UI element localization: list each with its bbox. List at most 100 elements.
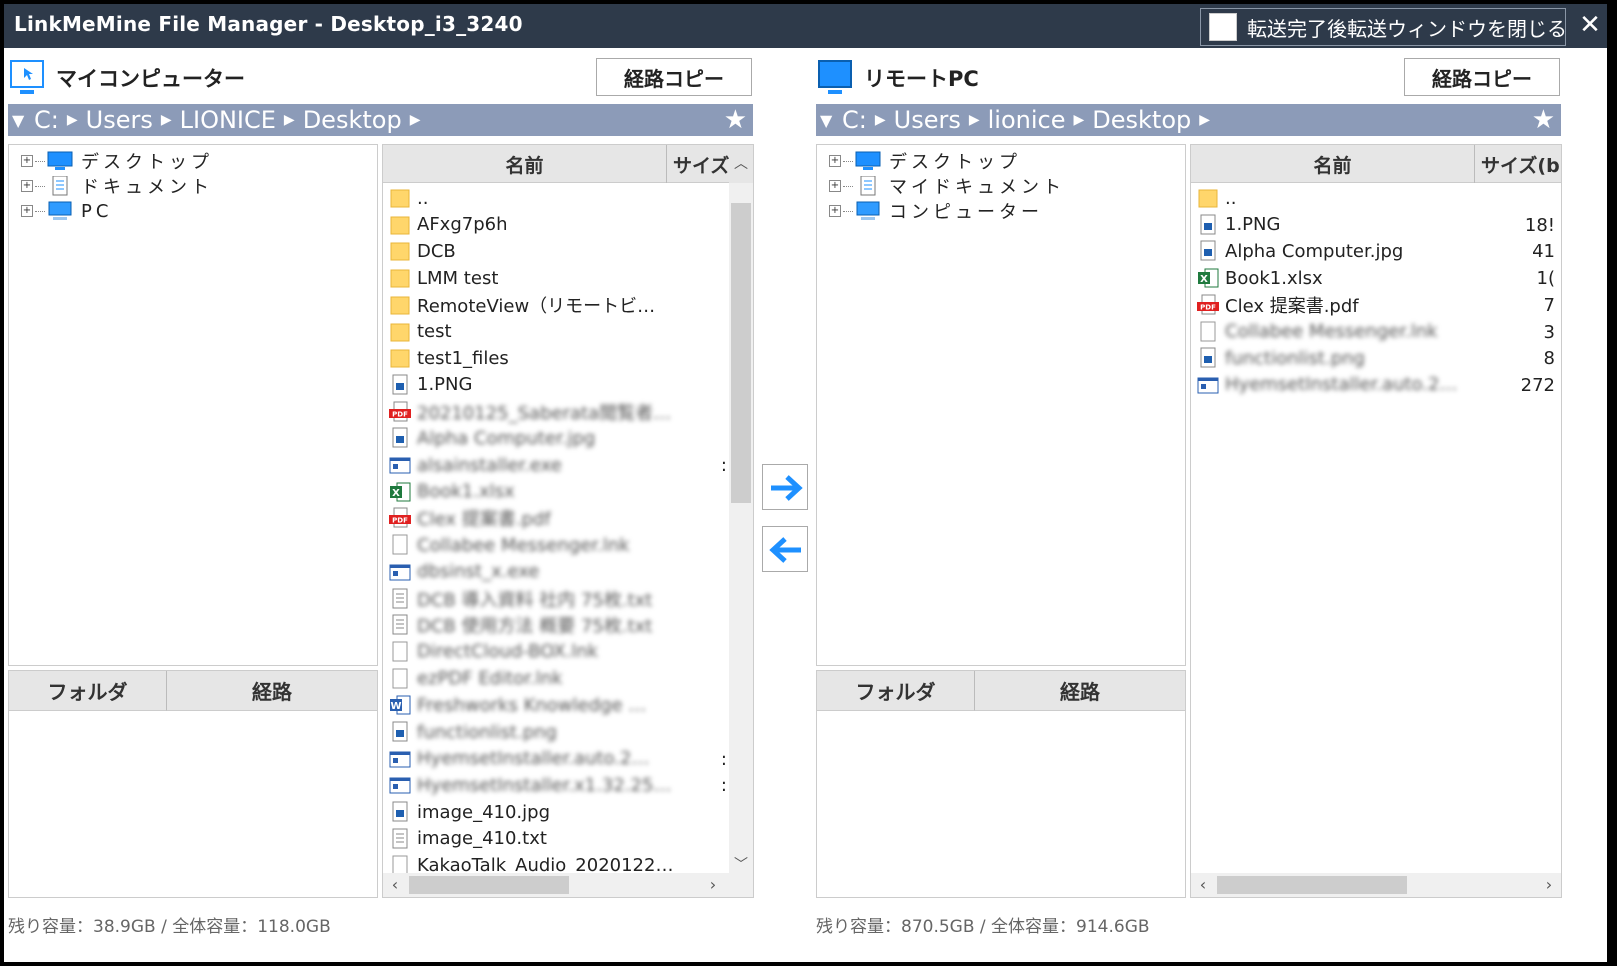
file-row[interactable]: Alpha Computer.jpg — [1197, 238, 1403, 264]
breadcrumb-separator-icon[interactable]: ▶ — [161, 112, 172, 128]
file-row[interactable]: 1.PNG — [1197, 212, 1280, 238]
file-row[interactable]: image_410.txt — [389, 826, 547, 852]
favorite-star-icon[interactable]: ★ — [1532, 105, 1555, 135]
image-file-icon — [389, 427, 411, 449]
file-row[interactable]: image_410.jpg — [389, 799, 550, 825]
remote-copy-path-button[interactable]: 経路コピー — [1404, 58, 1560, 96]
breadcrumb-drive[interactable]: C: — [34, 106, 59, 134]
file-row[interactable]: dbsinst_x.exe — [389, 559, 539, 585]
file-row[interactable]: LMM test — [389, 265, 498, 291]
file-row[interactable]: DCB 使用方法 概要 75枚.txt — [389, 612, 652, 638]
image-file-icon — [389, 721, 411, 743]
file-row[interactable]: Alpha Computer.jpg — [389, 425, 595, 451]
expand-icon[interactable]: + — [829, 155, 841, 167]
scroll-left-icon[interactable]: ‹ — [383, 873, 407, 897]
scroll-right-icon[interactable]: › — [701, 873, 725, 897]
file-row[interactable]: HyemsetInstaller.auto.2… — [1197, 372, 1457, 398]
breadcrumb-user[interactable]: lionice — [988, 106, 1066, 134]
breadcrumb-drive[interactable]: C: — [842, 106, 867, 134]
breadcrumb-users[interactable]: Users — [894, 106, 961, 134]
scroll-up-icon[interactable]: ︿ — [729, 145, 753, 183]
vertical-scrollbar[interactable]: ︿ ﹀ — [729, 145, 753, 875]
scroll-right-icon[interactable]: › — [1537, 873, 1561, 897]
file-row[interactable]: Collabee Messenger.lnk — [1197, 319, 1438, 345]
horizontal-scrollbar[interactable]: ‹ › — [383, 873, 753, 897]
size-column-header[interactable]: サイズ(b — [1475, 145, 1561, 183]
breadcrumb-user[interactable]: LIONICE — [180, 106, 276, 134]
file-row[interactable]: X Book1.xlsx — [1197, 265, 1323, 291]
breadcrumb-desktop[interactable]: Desktop — [1092, 106, 1191, 134]
size-column-header[interactable]: サイズ — [667, 145, 731, 183]
file-row[interactable]: alsainstaller.exe — [389, 452, 562, 478]
expand-icon[interactable]: + — [21, 205, 33, 217]
file-row[interactable]: PDF Clex 提案書.pdf — [389, 505, 551, 531]
file-size: 8 — [1543, 348, 1555, 370]
expand-icon[interactable]: + — [829, 180, 841, 192]
expand-icon[interactable]: + — [21, 155, 33, 167]
expand-icon[interactable]: + — [829, 205, 841, 217]
horizontal-scrollbar[interactable]: ‹ › — [1191, 873, 1561, 897]
file-row[interactable]: W Freshworks Knowledge … — [389, 692, 646, 718]
scroll-thumb[interactable] — [731, 203, 751, 503]
breadcrumb-separator-icon[interactable]: ▶ — [67, 112, 78, 128]
tree-item-documents[interactable]: + ドキュメント — [21, 174, 213, 198]
file-row[interactable]: test1_files — [389, 345, 509, 371]
remote-pane-header: リモートPC 経路コピー — [812, 48, 1582, 104]
transfer-to-remote-button[interactable] — [762, 464, 808, 510]
close-after-transfer-checkbox[interactable] — [1209, 13, 1237, 41]
tree-item-pc[interactable]: + PC — [21, 199, 112, 223]
breadcrumb-users[interactable]: Users — [86, 106, 153, 134]
file-name: .. — [1225, 187, 1237, 209]
tree-item-desktop[interactable]: + デスクトップ — [21, 149, 213, 173]
tree-item-desktop[interactable]: + デスクトップ — [829, 149, 1021, 173]
name-column-header[interactable]: 名前 — [1191, 145, 1475, 183]
file-row[interactable]: Collabee Messenger.lnk — [389, 532, 630, 558]
folder-column-header[interactable]: フォルダ — [817, 671, 975, 711]
breadcrumb-toggle-icon[interactable]: ▼ — [820, 111, 832, 130]
tree-item-my-documents[interactable]: + マイドキュメント — [829, 174, 1065, 198]
file-row[interactable]: DirectCloud-BOX.lnk — [389, 639, 598, 665]
path-column-header[interactable]: 経路 — [167, 671, 377, 711]
folder-column-header[interactable]: フォルダ — [9, 671, 167, 711]
file-row[interactable]: HyemsetInstaller.x1.32.25… — [389, 772, 671, 798]
file-row[interactable]: functionlist.png — [389, 719, 557, 745]
file-row[interactable]: DCB — [389, 238, 456, 264]
file-row[interactable]: PDF Clex 提案書.pdf — [1197, 292, 1359, 318]
breadcrumb-separator-icon[interactable]: ▶ — [969, 112, 980, 128]
file-row[interactable]: AFxg7p6h — [389, 212, 507, 238]
breadcrumb-separator-icon[interactable]: ▶ — [410, 112, 421, 128]
file-row[interactable]: test — [389, 319, 452, 345]
scroll-left-icon[interactable]: ‹ — [1191, 873, 1215, 897]
tree-item-computer[interactable]: + コンピューター — [829, 199, 1043, 223]
file-row[interactable]: HyemsetInstaller.auto.2… — [389, 746, 649, 772]
local-copy-path-button[interactable]: 経路コピー — [596, 58, 752, 96]
file-row[interactable]: PDF 20210125_Saberata閲覧者… — [389, 399, 671, 425]
file-name: Collabee Messenger.lnk — [417, 534, 630, 556]
file-row[interactable]: .. — [1197, 185, 1236, 211]
transfer-to-local-button[interactable] — [762, 526, 808, 572]
expand-icon[interactable]: + — [21, 180, 33, 192]
scroll-down-icon[interactable]: ﹀ — [729, 855, 753, 875]
file-row[interactable]: .. — [389, 185, 428, 211]
breadcrumb-toggle-icon[interactable]: ▼ — [12, 111, 24, 130]
file-row[interactable]: RemoteView（リモートビ… — [389, 292, 655, 318]
file-row[interactable]: DCB 導入資料 社内 75枚.txt — [389, 586, 652, 612]
close-after-transfer-option[interactable]: 転送完了後転送ウィンドウを閉じる — [1200, 8, 1567, 46]
file-row[interactable]: functionlist.png — [1197, 345, 1365, 371]
name-column-header[interactable]: 名前 — [383, 145, 667, 183]
scroll-thumb[interactable] — [1217, 876, 1407, 894]
breadcrumb-separator-icon[interactable]: ▶ — [875, 112, 886, 128]
file-row[interactable]: 1.PNG — [389, 372, 472, 398]
close-icon[interactable]: ✕ — [1576, 10, 1604, 40]
file-row[interactable]: ezPDF Editor.lnk — [389, 666, 563, 692]
favorite-star-icon[interactable]: ★ — [724, 105, 747, 135]
scroll-thumb[interactable] — [409, 876, 569, 894]
file-name: dbsinst_x.exe — [417, 561, 540, 583]
word-file-icon: W — [389, 694, 411, 716]
breadcrumb-separator-icon[interactable]: ▶ — [1199, 112, 1210, 128]
path-column-header[interactable]: 経路 — [975, 671, 1185, 711]
breadcrumb-desktop[interactable]: Desktop — [303, 106, 402, 134]
breadcrumb-separator-icon[interactable]: ▶ — [1073, 112, 1084, 128]
breadcrumb-separator-icon[interactable]: ▶ — [284, 112, 295, 128]
file-row[interactable]: X Book1.xlsx — [389, 479, 515, 505]
